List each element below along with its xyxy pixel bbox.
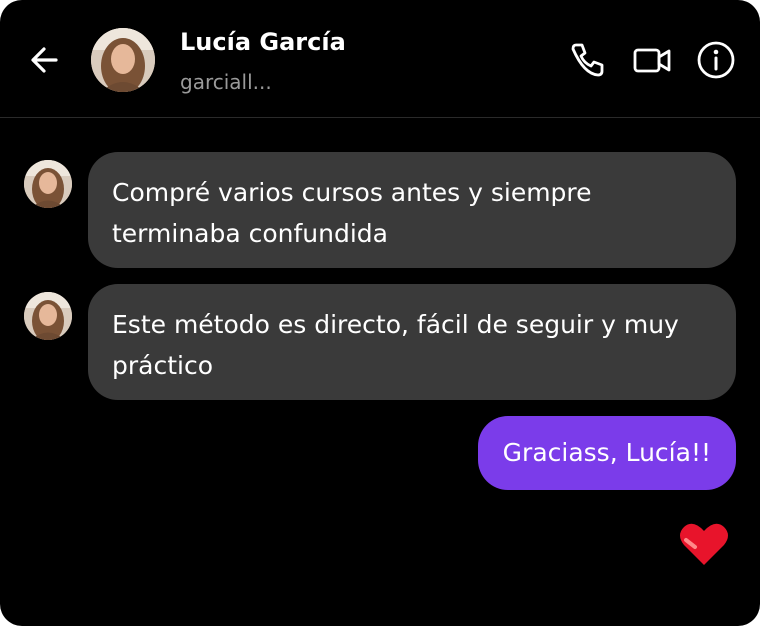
contact-username: garciall...: [180, 70, 272, 94]
chat-window: Lucía García garciall... Compré varios c…: [0, 0, 760, 626]
heart-reaction[interactable]: [678, 520, 730, 568]
incoming-message[interactable]: Este método es directo, fácil de seguir …: [88, 284, 736, 400]
back-button[interactable]: [26, 40, 66, 80]
message-avatar[interactable]: [24, 160, 72, 208]
arrow-left-icon: [31, 47, 58, 73]
contact-avatar[interactable]: [91, 28, 155, 92]
incoming-message[interactable]: Compré varios cursos antes y siempre ter…: [88, 152, 736, 268]
info-icon: [697, 41, 735, 79]
info-button[interactable]: [696, 40, 736, 80]
call-button[interactable]: [567, 40, 607, 80]
contact-name[interactable]: Lucía García: [180, 28, 346, 56]
video-camera-icon: [633, 48, 671, 73]
phone-icon: [571, 43, 604, 77]
outgoing-message[interactable]: Graciass, Lucía!!: [477, 416, 736, 490]
chat-header: Lucía García garciall...: [0, 0, 760, 118]
heart-icon: [680, 523, 728, 565]
message-avatar[interactable]: [24, 292, 72, 340]
video-call-button[interactable]: [632, 40, 672, 80]
